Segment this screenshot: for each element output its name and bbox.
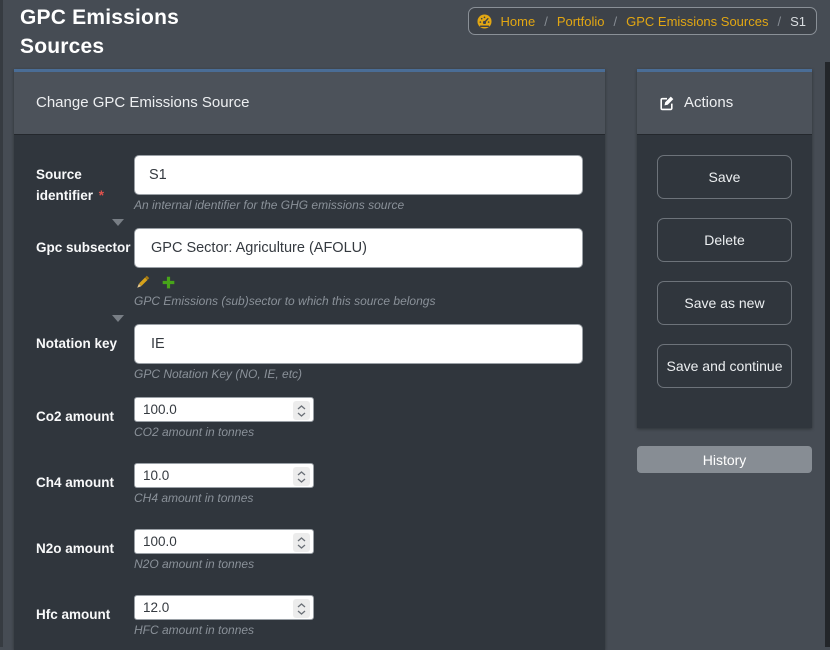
- breadcrumb-link[interactable]: Home: [501, 14, 536, 29]
- field-label: Gpc subsector: [36, 228, 134, 308]
- breadcrumb-link[interactable]: GPC Emissions Sources: [626, 14, 768, 29]
- number-spinner[interactable]: [293, 467, 310, 486]
- field-help-text: CO2 amount in tonnes: [134, 426, 583, 439]
- edit-icon: [659, 95, 675, 111]
- history-button[interactable]: History: [637, 446, 812, 473]
- number-input-n2o-amount[interactable]: [134, 529, 314, 554]
- delete-button[interactable]: Delete: [657, 218, 792, 262]
- field-label: Co2 amount: [36, 397, 134, 439]
- form-field-row: Hfc amountHFC amount in tonnes: [36, 595, 583, 637]
- add-related-icon[interactable]: [161, 275, 176, 290]
- field-wrapper: An internal identifier for the GHG emiss…: [134, 155, 583, 212]
- tachometer-icon: [477, 14, 492, 29]
- field-wrapper: N2O amount in tonnes: [134, 529, 583, 571]
- breadcrumb-separator: /: [544, 14, 548, 29]
- save-as-new-button[interactable]: Save as new: [657, 281, 792, 325]
- form-field-row: Ch4 amountCH4 amount in tonnes: [36, 463, 583, 505]
- number-spinner[interactable]: [293, 599, 310, 618]
- actions-title: Actions: [684, 72, 733, 134]
- field-label: N2o amount: [36, 529, 134, 571]
- actions-panel: Actions Save Delete Save as new Save and co…: [637, 69, 812, 428]
- edit-related-icon[interactable]: [134, 274, 151, 291]
- form-field-row: Gpc subsectorGPC Sector: Agriculture (AF…: [36, 228, 583, 308]
- page-title: GPC Emissions Sources: [20, 3, 190, 61]
- save-and-continue-button[interactable]: Save and continue: [657, 344, 792, 388]
- field-help-text: GPC Notation Key (NO, IE, etc): [134, 368, 583, 381]
- field-wrapper: CH4 amount in tonnes: [134, 463, 583, 505]
- number-input-ch4-amount[interactable]: [134, 463, 314, 488]
- number-input-hfc-amount[interactable]: [134, 595, 314, 620]
- number-spinner[interactable]: [293, 401, 310, 420]
- change-form-panel: Change GPC Emissions Source Source ident…: [14, 69, 605, 650]
- field-wrapper: CO2 amount in tonnes: [134, 397, 583, 439]
- content-scrollbar-track[interactable]: [825, 62, 830, 647]
- breadcrumb-current: S1: [790, 14, 806, 29]
- save-button[interactable]: Save: [657, 155, 792, 199]
- number-field: [134, 529, 314, 554]
- number-field: [134, 595, 314, 620]
- select-input-notation-key[interactable]: IE: [134, 324, 583, 364]
- field-label: Ch4 amount: [36, 463, 134, 505]
- field-help-text: CH4 amount in tonnes: [134, 492, 583, 505]
- field-wrapper: GPC Sector: Agriculture (AFOLU) GPC Emiss…: [134, 228, 583, 308]
- select-caret-icon: [112, 219, 124, 226]
- field-help-text: N2O amount in tonnes: [134, 558, 583, 571]
- form-field-row: Source identifier *An internal identifie…: [36, 155, 583, 212]
- form-panel-title: Change GPC Emissions Source: [36, 72, 249, 134]
- field-help-text: GPC Emissions (sub)sector to which this …: [134, 295, 583, 308]
- field-label: Notation key: [36, 324, 134, 381]
- form-field-row: Notation keyIE GPC Notation Key (NO, IE, …: [36, 324, 583, 381]
- form-field-row: N2o amountN2O amount in tonnes: [36, 529, 583, 571]
- top-bar: GPC Emissions Sources Home / Portfolio / GPC…: [0, 0, 830, 62]
- actions-panel-header: Actions: [637, 72, 812, 135]
- field-help-text: An internal identifier for the GHG emiss…: [134, 199, 583, 212]
- field-wrapper: IE GPC Notation Key (NO, IE, etc): [134, 324, 583, 381]
- form-panel-header: Change GPC Emissions Source: [14, 72, 605, 135]
- breadcrumb-separator: /: [777, 14, 781, 29]
- field-label: Hfc amount: [36, 595, 134, 637]
- text-input-source-identifier[interactable]: [134, 155, 583, 195]
- form-field-row: Co2 amountCO2 amount in tonnes: [36, 397, 583, 439]
- field-wrapper: HFC amount in tonnes: [134, 595, 583, 637]
- related-actions: [134, 273, 583, 291]
- window-left-edge: [0, 0, 3, 647]
- breadcrumb: Home / Portfolio / GPC Emissions Sources / S1: [468, 7, 818, 35]
- number-input-co2-amount[interactable]: [134, 397, 314, 422]
- number-field: [134, 463, 314, 488]
- field-label: Source identifier *: [36, 155, 134, 212]
- number-field: [134, 397, 314, 422]
- change-form: Source identifier *An internal identifie…: [14, 135, 605, 650]
- breadcrumb-separator: /: [614, 14, 618, 29]
- field-help-text: HFC amount in tonnes: [134, 624, 583, 637]
- required-asterisk: *: [95, 188, 104, 203]
- breadcrumb-link[interactable]: Portfolio: [557, 14, 605, 29]
- select-input-gpc-subsector[interactable]: GPC Sector: Agriculture (AFOLU): [134, 228, 583, 268]
- number-spinner[interactable]: [293, 533, 310, 552]
- select-caret-icon: [112, 315, 124, 322]
